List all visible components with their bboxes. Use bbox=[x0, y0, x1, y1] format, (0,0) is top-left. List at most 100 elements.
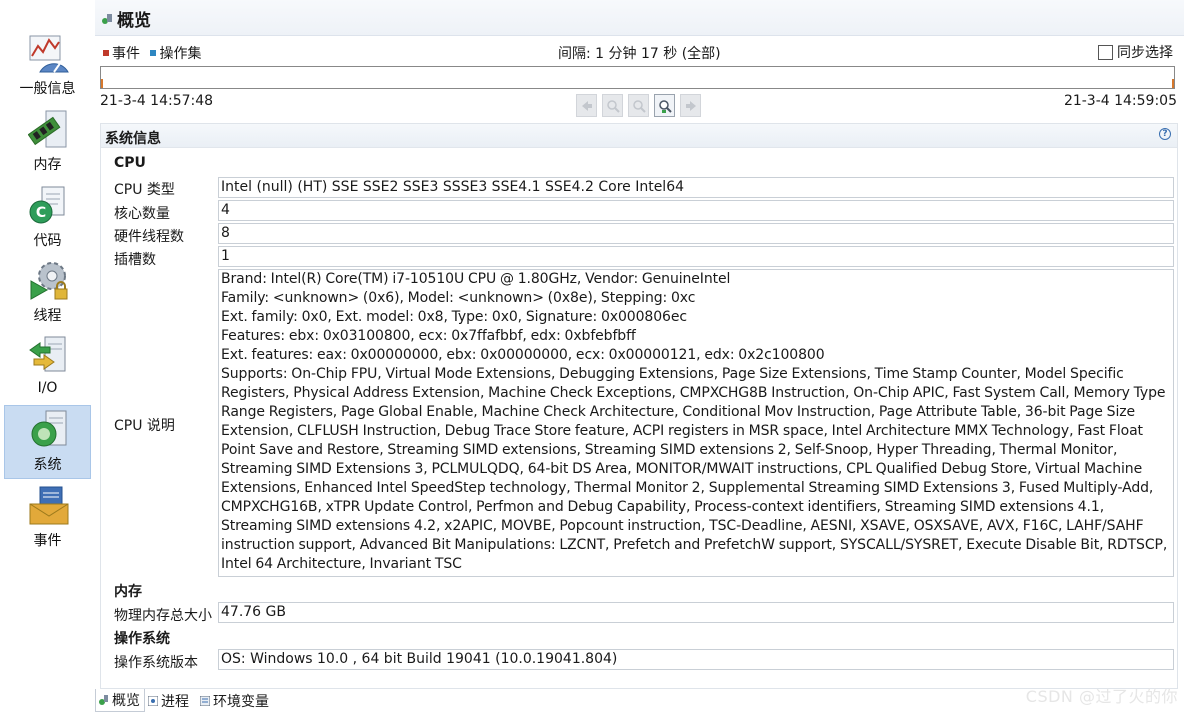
cpu-cores-field[interactable]: 4 bbox=[218, 200, 1174, 221]
tab-label: 环境变量 bbox=[213, 693, 269, 710]
cpu-description-line: Features: ebx: 0x03100800, ecx: 0x7ffafb… bbox=[221, 328, 636, 344]
timeline-marker-end bbox=[1172, 79, 1174, 88]
cpu-threads-field[interactable]: 8 bbox=[218, 223, 1174, 244]
zoom-out-button[interactable] bbox=[628, 94, 649, 117]
code-document-icon: C bbox=[29, 186, 65, 224]
cpu-cores-label: 核心数量 bbox=[114, 206, 170, 222]
cpu-description-line: Range Registers, Page Global Enable, Mac… bbox=[221, 404, 1135, 420]
chart-gauge-icon bbox=[29, 35, 69, 73]
os-version-field[interactable]: OS: Windows 10.0 , 64 bit Build 19041 (1… bbox=[218, 649, 1174, 670]
timeline-track[interactable] bbox=[100, 66, 1175, 89]
sidebar-item-label: 内存 bbox=[33, 157, 62, 173]
cpu-description-line: instruction support, Advanced Bit Manipu… bbox=[221, 537, 1168, 553]
sidebar-item-label: I/O bbox=[37, 380, 58, 396]
tab-overview[interactable]: 概览 bbox=[95, 689, 145, 712]
system-info-title: 系统信息 bbox=[105, 131, 161, 147]
cpu-description-line: Extension, CLFLUSH Instruction, Debug Tr… bbox=[221, 423, 1143, 439]
zoom-fit-icon bbox=[659, 100, 672, 113]
cpu-sockets-label: 插槽数 bbox=[114, 252, 156, 268]
timeline-end-time: 21-3-4 14:59:05 bbox=[1063, 93, 1177, 109]
zoom-out-icon bbox=[633, 100, 646, 113]
legend-label: 事件 bbox=[112, 46, 140, 62]
page-title: 概览 bbox=[117, 11, 151, 31]
cpu-description-line: Ext. features: eax: 0x00000000, ebx: 0x0… bbox=[221, 347, 825, 363]
sidebar-item-label: 代码 bbox=[33, 233, 62, 249]
timeline-marker-start bbox=[101, 79, 103, 88]
cpu-description-field[interactable]: Brand: Intel(R) Core(TM) i7-10510U CPU @… bbox=[218, 269, 1174, 577]
title-bar: 概览 bbox=[95, 0, 1184, 36]
memory-chip-icon bbox=[28, 110, 67, 148]
cpu-description-label: CPU 说明 bbox=[114, 418, 175, 434]
io-transfer-icon bbox=[29, 336, 66, 372]
sync-selection-label: 同步选择 bbox=[1117, 45, 1173, 61]
tab-environment[interactable]: 环境变量 bbox=[197, 689, 269, 712]
arrow-right-icon bbox=[686, 101, 696, 111]
system-info-panel: 系统信息 ? CPU CPU 类型 Intel (null) (HT) SSE … bbox=[100, 123, 1178, 689]
zoom-back-button[interactable] bbox=[576, 94, 597, 117]
sidebar-item-code[interactable]: C 代码 bbox=[4, 182, 91, 256]
cpu-type-label: CPU 类型 bbox=[114, 182, 175, 198]
cpu-description-line: Supports: On-Chip FPU, Virtual Mode Exte… bbox=[221, 366, 1124, 382]
sidebar-item-memory[interactable]: 内存 bbox=[4, 106, 91, 180]
sidebar-item-events[interactable]: 事件 bbox=[4, 482, 91, 556]
sync-selection-checkbox[interactable]: 同步选择 bbox=[1098, 42, 1173, 62]
sidebar-item-system[interactable]: 系统 bbox=[4, 405, 91, 479]
help-icon[interactable]: ? bbox=[1159, 128, 1171, 140]
cpu-sockets-field[interactable]: 1 bbox=[218, 246, 1174, 267]
event-envelope-icon bbox=[29, 486, 69, 525]
sidebar-item-general[interactable]: 一般信息 bbox=[4, 30, 91, 104]
legend-swatch-events bbox=[103, 50, 109, 56]
cpu-description-line: Brand: Intel(R) Core(TM) i7-10510U CPU @… bbox=[221, 271, 731, 287]
main-panel: 概览 事件 操作集 间隔: 1 分钟 17 秒 (全部) 同步选择 21-3-4… bbox=[95, 0, 1184, 712]
timeline-start-time: 21-3-4 14:57:48 bbox=[100, 93, 214, 109]
cpu-description-line: Family: <unknown> (0x6), Model: <unknown… bbox=[221, 290, 696, 306]
zoom-fit-button[interactable] bbox=[654, 94, 675, 117]
cpu-description-line: CMPXCHG16B, xTPR Update Control, Perfmon… bbox=[221, 499, 1105, 515]
legend-events[interactable]: 事件 bbox=[103, 43, 140, 63]
sidebar-item-io[interactable]: I/O bbox=[4, 332, 91, 406]
legend-swatch-operation-sets bbox=[150, 50, 157, 56]
timeline-legend: 事件 操作集 bbox=[103, 43, 207, 63]
zoom-forward-button[interactable] bbox=[680, 94, 701, 117]
zoom-in-button[interactable] bbox=[602, 94, 623, 117]
arrow-left-icon bbox=[582, 101, 592, 111]
process-icon bbox=[148, 695, 158, 706]
cpu-description-line: Streaming SIMD extensions 4.2, x2APIC, M… bbox=[221, 518, 1144, 534]
sidebar: 一般信息 内存 C 代码 线程 I/O 系统 事件 bbox=[0, 0, 95, 712]
checkbox-icon[interactable] bbox=[1098, 44, 1113, 60]
zoom-in-icon bbox=[607, 100, 620, 113]
bottom-tab-bar: 概览 进程 环境变量 bbox=[95, 689, 1184, 712]
legend-label: 操作集 bbox=[159, 46, 202, 62]
sidebar-item-label: 线程 bbox=[33, 308, 62, 324]
cpu-description-line: Ext. family: 0x0, Ext. model: 0x8, Type:… bbox=[221, 309, 687, 325]
tab-processes[interactable]: 进程 bbox=[145, 689, 189, 712]
thread-gear-icon bbox=[30, 262, 68, 300]
overview-icon bbox=[102, 14, 112, 24]
environment-icon bbox=[200, 695, 210, 706]
section-title-cpu: CPU bbox=[114, 155, 146, 171]
cpu-description-line: Registers, Physical Address Extension, M… bbox=[221, 385, 1166, 401]
svg-text:C: C bbox=[36, 205, 46, 221]
cpu-description-line: Extensions, Enhanced Intel SpeedStep tec… bbox=[221, 480, 1154, 496]
legend-operation-sets[interactable]: 操作集 bbox=[150, 43, 201, 63]
memory-total-label: 物理内存总大小 bbox=[114, 608, 212, 624]
sidebar-item-label: 事件 bbox=[33, 533, 62, 549]
os-version-label: 操作系统版本 bbox=[114, 655, 198, 671]
cpu-description-line: Streaming SIMD Extensions 3, PCLMULQDQ, … bbox=[221, 461, 1143, 477]
memory-total-field[interactable]: 47.76 GB bbox=[218, 602, 1174, 623]
section-title-memory: 内存 bbox=[114, 584, 142, 600]
sidebar-item-label: 系统 bbox=[33, 457, 62, 473]
tab-label: 概览 bbox=[112, 693, 140, 709]
system-server-icon bbox=[31, 410, 67, 447]
overview-icon bbox=[99, 695, 108, 705]
system-info-header: 系统信息 ? bbox=[101, 124, 1177, 148]
tab-label: 进程 bbox=[161, 693, 189, 710]
cpu-description-line: Intel 64 Architecture, Invariant TSC bbox=[221, 556, 462, 572]
watermark: CSDN @过了火的你 bbox=[1025, 687, 1178, 706]
interval-label: 间隔: 1 分钟 17 秒 (全部) bbox=[558, 46, 721, 62]
sidebar-item-threads[interactable]: 线程 bbox=[4, 257, 91, 331]
cpu-type-field[interactable]: Intel (null) (HT) SSE SSE2 SSE3 SSSE3 SS… bbox=[218, 177, 1174, 198]
cpu-threads-label: 硬件线程数 bbox=[114, 229, 184, 245]
cpu-description-line: Point Save and Restore, Streaming SIMD e… bbox=[221, 442, 1118, 458]
sidebar-item-label: 一般信息 bbox=[19, 81, 76, 97]
